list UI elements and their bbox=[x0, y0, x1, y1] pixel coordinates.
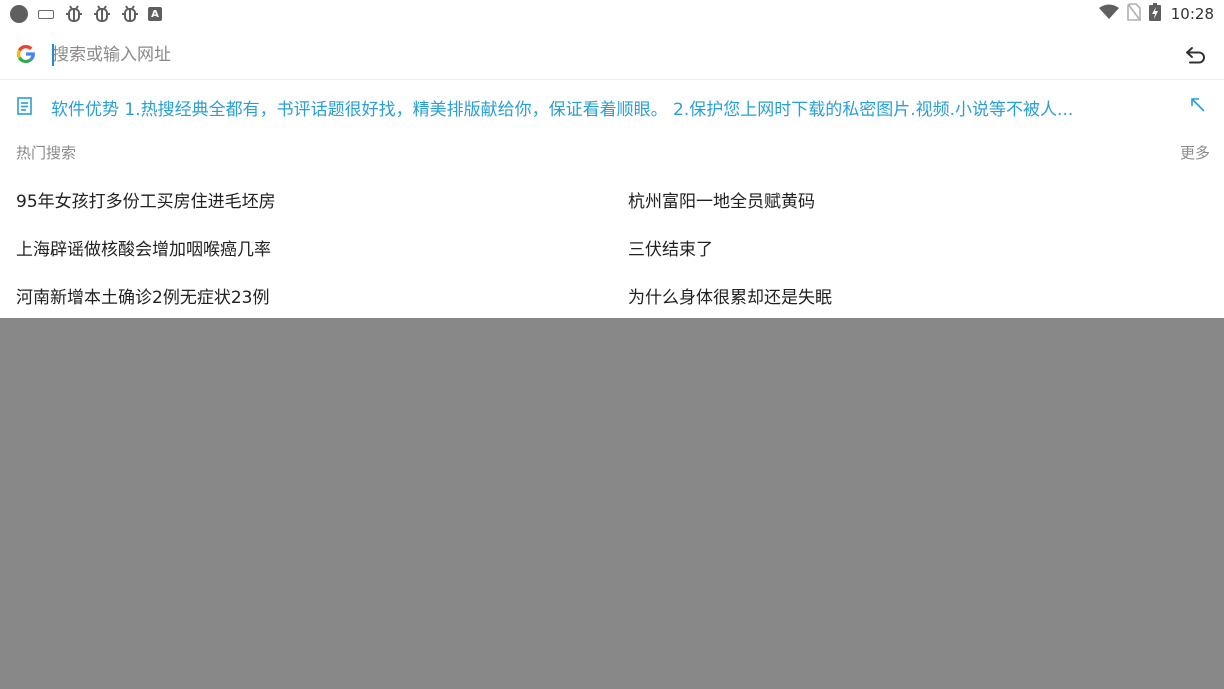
google-icon[interactable] bbox=[15, 43, 37, 65]
clock: 10:28 bbox=[1170, 5, 1214, 23]
record-dot-icon bbox=[10, 5, 28, 23]
document-icon bbox=[16, 96, 34, 116]
text-cursor bbox=[52, 44, 54, 66]
hot-search-item[interactable]: 为什么身体很累却还是失眠 bbox=[628, 283, 832, 308]
bug-icon bbox=[120, 4, 140, 24]
bug-icon bbox=[92, 4, 112, 24]
notice-text[interactable]: 软件优势 1.热搜经典全都有，书评话题很好找，精美排版献给你，保证看着顺眼。 2… bbox=[51, 95, 1161, 119]
hot-search-item[interactable]: 河南新增本土确诊2例无症状23例 bbox=[16, 283, 269, 308]
no-sim-icon bbox=[1126, 3, 1141, 25]
search-input[interactable] bbox=[52, 43, 1152, 67]
undo-icon[interactable] bbox=[1184, 43, 1208, 67]
bug-icon bbox=[64, 4, 84, 24]
battery-charging-icon bbox=[1148, 3, 1161, 25]
search-bar bbox=[0, 30, 1224, 80]
hot-search-title: 热门搜索 bbox=[16, 144, 77, 162]
hot-search-item[interactable]: 杭州富阳一地全员赋黄码 bbox=[628, 187, 815, 212]
a-icon: A bbox=[148, 7, 162, 21]
keyboard-icon bbox=[38, 9, 54, 19]
hot-search-item[interactable]: 95年女孩打多份工买房住进毛坯房 bbox=[16, 187, 276, 212]
dim-overlay[interactable] bbox=[0, 318, 1224, 689]
status-bar-right: 10:28 bbox=[1098, 3, 1214, 25]
hot-search-item[interactable]: 三伏结束了 bbox=[628, 235, 713, 260]
status-bar: A 10:28 bbox=[0, 0, 1224, 28]
hot-search-item[interactable]: 上海辟谣做核酸会增加咽喉癌几率 bbox=[16, 235, 271, 260]
browser-panel: A 10:28 搜索或输入网址 软件优势 1.热搜经典全都有，书评话题很好找，精… bbox=[0, 0, 1224, 318]
wifi-icon bbox=[1098, 4, 1119, 24]
more-button[interactable]: 更多 bbox=[1180, 142, 1210, 163]
arrow-up-left-icon[interactable] bbox=[1189, 96, 1207, 114]
status-bar-left: A bbox=[10, 4, 162, 24]
notice-banner[interactable]: 软件优势 1.热搜经典全都有，书评话题很好找，精美排版献给你，保证看着顺眼。 2… bbox=[0, 81, 1224, 131]
